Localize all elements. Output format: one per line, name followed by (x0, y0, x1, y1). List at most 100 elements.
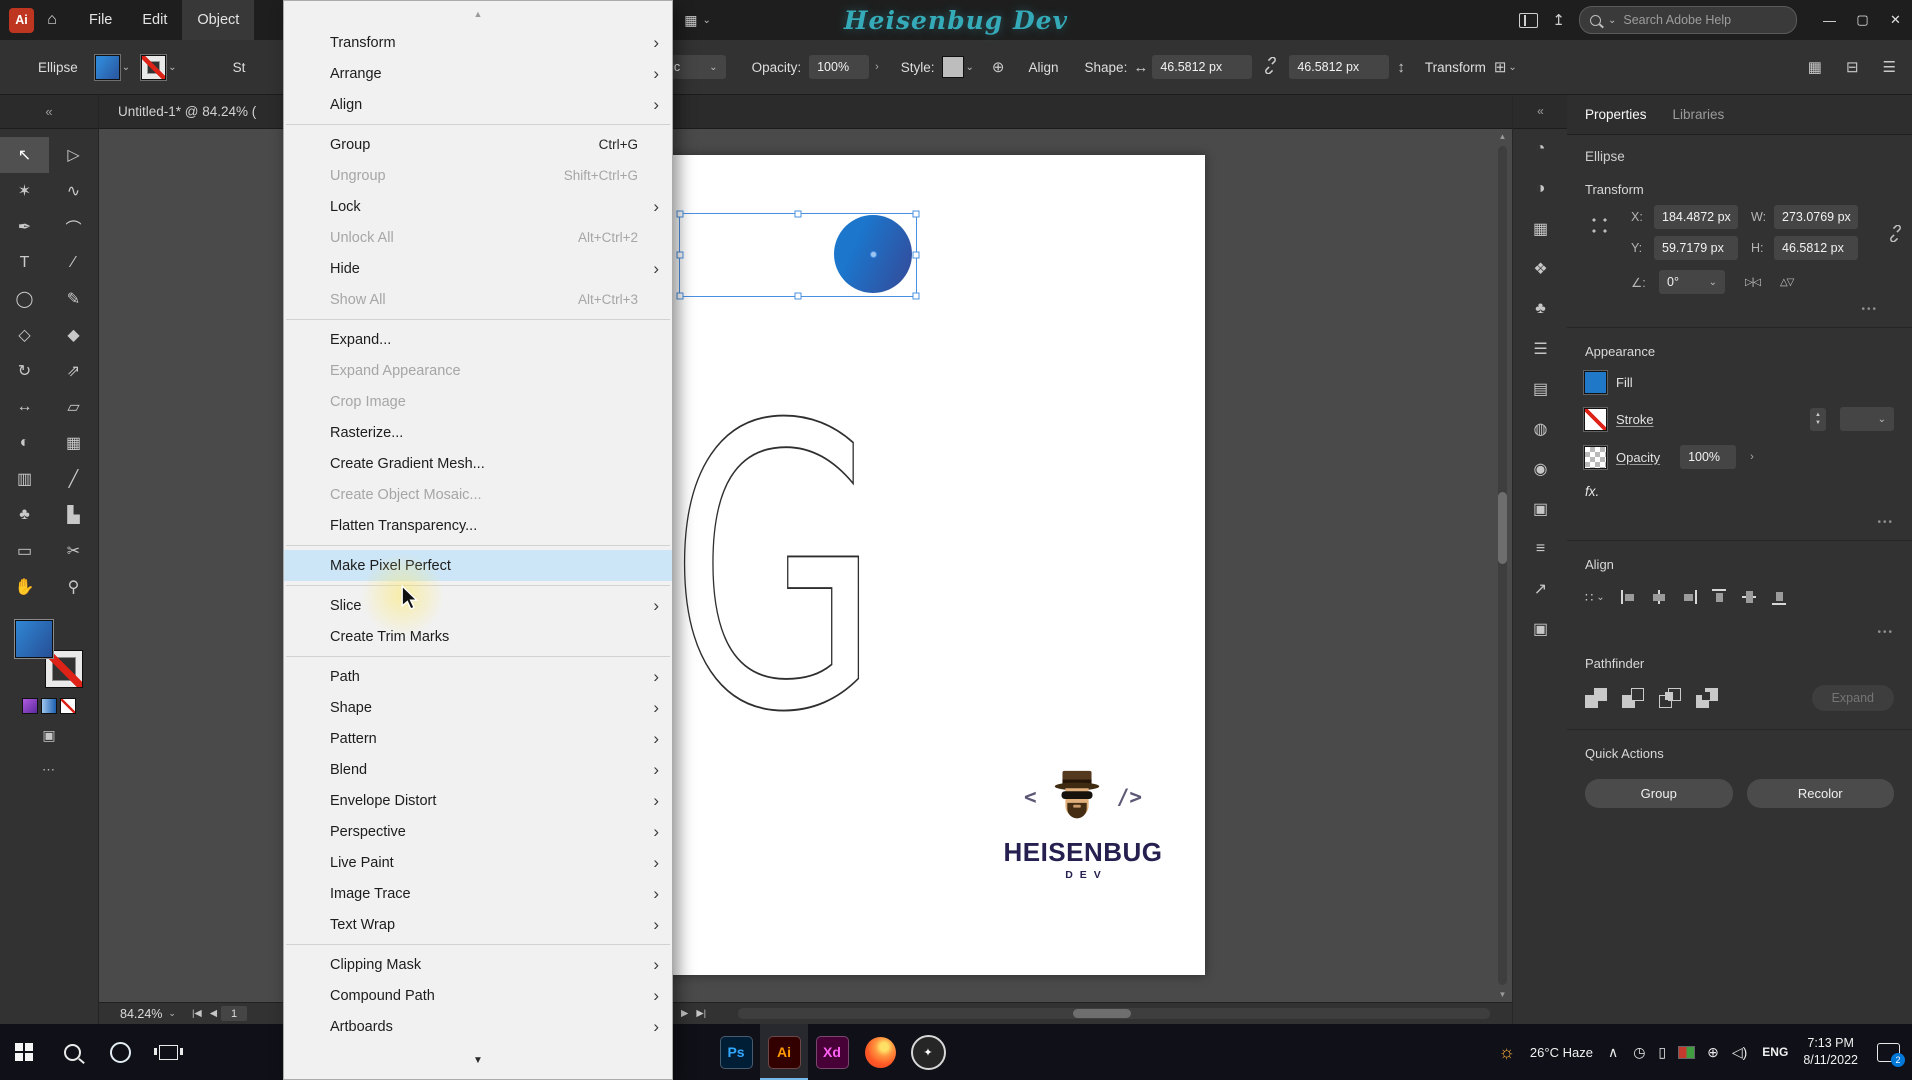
close-button[interactable]: ✕ (1879, 0, 1912, 40)
menu-object[interactable]: Object (182, 0, 255, 40)
symbols-panel-button[interactable]: ♣ (1513, 289, 1568, 329)
asset-export-panel-button[interactable]: ↗ (1513, 569, 1568, 609)
opacity-swatch[interactable] (1585, 446, 1606, 468)
opacity-input[interactable]: 100% (1680, 445, 1737, 469)
chevron-down-icon[interactable]: ⌄ (122, 62, 130, 73)
taskbar-clock[interactable]: 7:13 PM 8/11/2022 (1803, 1035, 1858, 1069)
volume-icon[interactable]: ◁) (1732, 1044, 1747, 1061)
firefox-taskbar-button[interactable] (856, 1024, 904, 1080)
rotate-tool[interactable]: ↻ (0, 353, 49, 389)
x-input[interactable]: 184.4872 px (1654, 205, 1738, 229)
selection-tool[interactable]: ↖ (0, 137, 49, 173)
more-options-icon[interactable]: ••• (1877, 517, 1894, 528)
selection-bounding-box[interactable] (676, 210, 920, 300)
horizontal-align-right-icon[interactable] (1680, 588, 1699, 607)
effects-button[interactable]: fx. (1567, 476, 1912, 507)
cortana-button[interactable] (96, 1024, 144, 1080)
flip-horizontal-icon[interactable]: ▷|◁ (1745, 277, 1761, 288)
color-panel-button[interactable]: ◔ (1513, 129, 1568, 169)
opacity-input[interactable]: 100% (809, 55, 870, 79)
menu-item-clipping-mask[interactable]: Clipping Mask › (284, 949, 672, 980)
blend-tool[interactable]: ◐ (0, 425, 49, 461)
previous-artboard-button[interactable]: ◀ (210, 1008, 217, 1019)
last-artboard-button[interactable]: ▶| (696, 1008, 706, 1019)
selection-handle[interactable] (676, 210, 684, 218)
zoom-tool[interactable]: ⚲ (49, 569, 98, 605)
adobe-xd-taskbar-button[interactable]: Xd (808, 1024, 856, 1080)
restore-button[interactable]: ▢ (1846, 0, 1879, 40)
scroll-up-icon[interactable]: ▲ (1496, 132, 1509, 141)
photoshop-taskbar-button[interactable]: Ps (712, 1024, 760, 1080)
column-graph-tool[interactable]: ▙ (49, 497, 98, 533)
menu-item-perspective[interactable]: Perspective › (284, 816, 672, 847)
opacity-expand-icon[interactable]: › (1750, 451, 1754, 463)
magic-wand-tool[interactable]: ✶ (0, 173, 49, 209)
artboards-panel-button[interactable]: ▣ (1513, 609, 1568, 649)
eyedropper-tool[interactable]: ╱ (49, 461, 98, 497)
chevron-down-icon[interactable]: ⌄ (168, 1008, 176, 1019)
menu-item-pattern[interactable]: Pattern › (284, 723, 672, 754)
menu-item-hide[interactable]: Hide › (284, 253, 672, 284)
grid-view-icon[interactable]: ▦ (1808, 58, 1822, 76)
ellipse-tool[interactable]: ◯ (0, 281, 49, 317)
curvature-tool[interactable]: ⌒ (49, 209, 98, 245)
symbol-sprayer-tool[interactable]: ♣ (0, 497, 49, 533)
height-input[interactable]: 46.5812 px (1774, 236, 1858, 260)
stroke-color-swatch[interactable] (1585, 408, 1606, 430)
graphic-style-swatch[interactable] (942, 57, 963, 77)
color-button[interactable] (23, 699, 37, 713)
stroke-weight-dropdown[interactable]: ⌄ (1840, 407, 1894, 431)
power-icon[interactable]: ▯ (1658, 1044, 1666, 1061)
tray-expand-icon[interactable]: ∧ (1608, 1044, 1618, 1061)
more-options-icon[interactable]: ••• (1861, 304, 1878, 315)
width-tool[interactable]: ↔ (0, 389, 49, 425)
media-app-taskbar-button[interactable]: ✦ (904, 1024, 952, 1080)
mesh-tool[interactable]: ▦ (49, 425, 98, 461)
menu-file[interactable]: File (74, 0, 127, 40)
chevron-down-icon[interactable]: ⌄ (168, 62, 176, 73)
menu-scroll-down-icon[interactable]: ▼ (284, 1042, 672, 1079)
color-guide-panel-button[interactable]: ◑ (1513, 169, 1568, 209)
transform-label[interactable]: Transform (1425, 60, 1486, 75)
menu-item-rasterize[interactable]: Rasterize... (284, 417, 672, 448)
hand-tool[interactable]: ✋ (0, 569, 49, 605)
menu-item-lock[interactable]: Lock › (284, 191, 672, 222)
paintbrush-tool[interactable]: ✎ (49, 281, 98, 317)
menu-item-artboards[interactable]: Artboards › (284, 1011, 672, 1042)
selection-handle[interactable] (912, 251, 920, 259)
opacity-expand-icon[interactable]: › (875, 61, 879, 73)
menu-item-transform[interactable]: Transform › (284, 27, 672, 58)
flip-vertical-icon[interactable]: △▽ (1780, 277, 1794, 288)
workspace-switcher[interactable]: ▦ ⌄ (684, 12, 711, 29)
menu-item-live-paint[interactable]: Live Paint › (284, 847, 672, 878)
horizontal-align-center-icon[interactable] (1650, 588, 1669, 607)
swatches-panel-button[interactable]: ▦ (1513, 209, 1568, 249)
tab-libraries[interactable]: Libraries (1673, 107, 1725, 122)
direct-selection-tool[interactable]: ▷ (49, 137, 98, 173)
opacity-label[interactable]: Opacity (1616, 450, 1660, 465)
gradient-panel-button[interactable]: ▤ (1513, 369, 1568, 409)
selection-handle[interactable] (912, 292, 920, 300)
selection-handle[interactable] (676, 251, 684, 259)
constrain-proportions-icon[interactable] (1887, 224, 1904, 247)
start-button[interactable] (0, 1024, 48, 1080)
task-view-button[interactable] (144, 1024, 192, 1080)
menu-item-create-gradient-mesh[interactable]: Create Gradient Mesh... (284, 448, 672, 479)
horizontal-scrollbar[interactable] (738, 1008, 1490, 1019)
slice-tool[interactable]: ✂ (49, 533, 98, 569)
share-icon[interactable]: ↥ (1552, 11, 1565, 29)
opacity-label[interactable]: Opacity: (752, 60, 802, 75)
menu-item-flatten-transparency[interactable]: Flatten Transparency... (284, 510, 672, 541)
graphic-styles-panel-button[interactable]: ▣ (1513, 489, 1568, 529)
artboard-tool[interactable]: ▭ (0, 533, 49, 569)
stroke-panel-button[interactable]: ☰ (1513, 329, 1568, 369)
selection-handle[interactable] (912, 210, 920, 218)
vertical-align-bottom-icon[interactable] (1770, 588, 1789, 607)
vertical-align-top-icon[interactable] (1710, 588, 1729, 607)
brushes-panel-button[interactable]: ❖ (1513, 249, 1568, 289)
menu-item-path[interactable]: Path › (284, 661, 672, 692)
menu-item-text-wrap[interactable]: Text Wrap › (284, 909, 672, 940)
illustrator-app-icon[interactable]: Ai (9, 7, 34, 33)
zoom-level[interactable]: 84.24% (120, 1007, 162, 1021)
menu-item-arrange[interactable]: Arrange › (284, 58, 672, 89)
